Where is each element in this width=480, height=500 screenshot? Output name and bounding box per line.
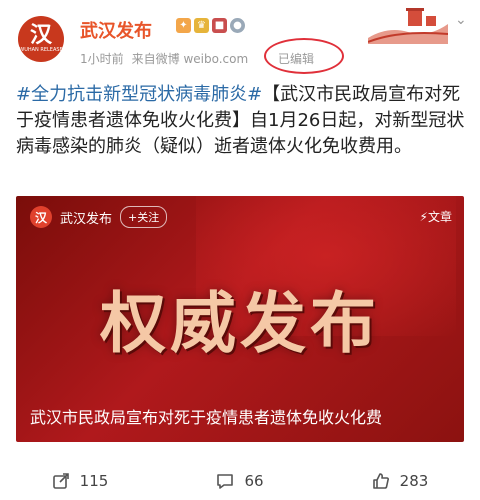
hashtag-link[interactable]: #全力抗击新型冠状病毒肺炎# — [16, 84, 262, 105]
lightning-icon: ⚡ — [419, 210, 428, 224]
great-wall-decoration-icon — [368, 8, 448, 44]
follow-button[interactable]: +关注 — [120, 206, 168, 228]
card-header: 汉 武汉发布 +关注 — [30, 206, 168, 228]
author-badges: ✦ ♛ ■ ● — [176, 18, 245, 33]
vip-badge-icon: ✦ — [176, 18, 191, 33]
post-source: 来自微博 weibo.com — [131, 52, 249, 66]
medal-badge-icon: ● — [230, 18, 245, 33]
article-label: 文章 — [427, 210, 452, 224]
card-caption: 武汉市民政局宣布对死于疫情患者遗体免收火化费 — [30, 408, 383, 427]
card-avatar[interactable]: 汉 — [30, 206, 52, 228]
like-button[interactable]: 283 — [320, 472, 480, 490]
repost-count: 115 — [79, 472, 109, 490]
crown-badge-icon: ♛ — [194, 18, 209, 33]
thumbs-up-icon — [372, 473, 389, 489]
avatar-sub: WUHAN RELEASE — [19, 47, 63, 53]
more-chevron-icon[interactable]: ⌄ — [455, 12, 467, 28]
edited-label[interactable]: 已编辑 — [278, 50, 314, 67]
article-badge: ⚡文章 — [420, 208, 452, 225]
action-bar: 115 66 283 — [0, 462, 480, 500]
article-card[interactable]: 汉 武汉发布 +关注 ⚡文章 权威发布 武汉市民政局宣布对死于疫情患者遗体免收火… — [16, 196, 464, 442]
card-big-title: 权威发布 — [100, 284, 380, 362]
like-count: 283 — [399, 472, 429, 490]
repost-button[interactable]: 115 — [0, 472, 160, 490]
fan-badge-icon: ■ — [212, 18, 227, 33]
comment-button[interactable]: 66 — [160, 472, 320, 490]
comment-count: 66 — [244, 472, 264, 490]
card-author-name[interactable]: 武汉发布 — [60, 208, 112, 227]
comment-icon — [217, 474, 234, 489]
post-body: #全力抗击新型冠状病毒肺炎#【武汉市民政局宣布对死于疫情患者遗体免收火化费】自1… — [16, 82, 468, 160]
avatar[interactable]: 汉 WUHAN RELEASE — [18, 16, 64, 62]
post-time: 1小时前 — [80, 52, 124, 66]
author-name[interactable]: 武汉发布 — [80, 17, 152, 43]
post-header: 汉 WUHAN RELEASE 武汉发布 ✦ ♛ ■ ● 1小时前 来自微博 w… — [0, 0, 480, 76]
repost-icon — [52, 473, 69, 489]
avatar-glyph: 汉 — [29, 23, 52, 48]
post-meta: 1小时前 来自微博 weibo.com — [80, 50, 248, 67]
